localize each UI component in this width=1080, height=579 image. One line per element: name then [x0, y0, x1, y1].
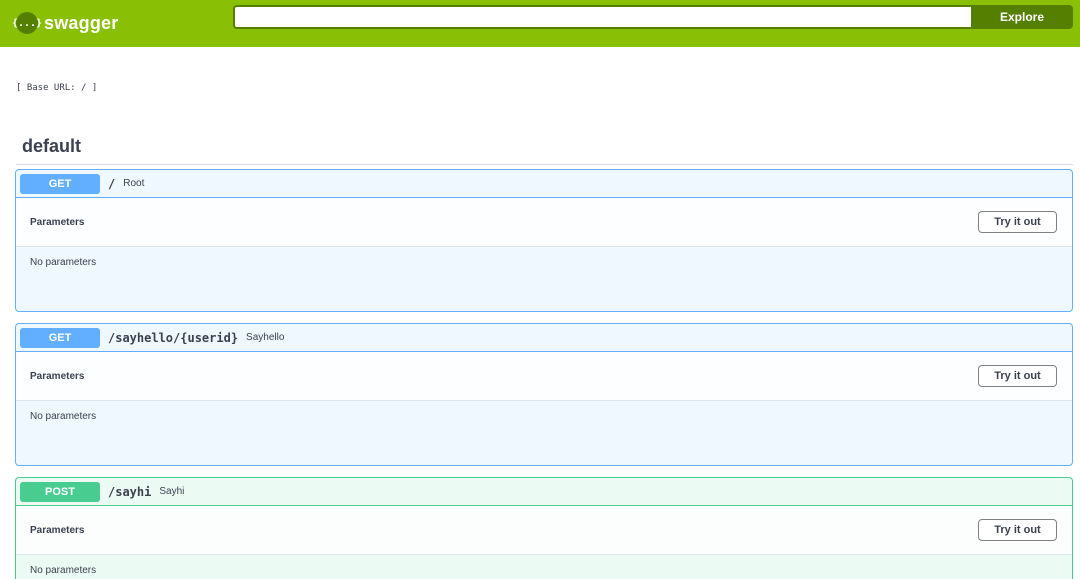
- parameters-title: Parameters: [30, 216, 85, 228]
- operation-summary[interactable]: GET /sayhello/{userid} Sayhello: [16, 324, 1072, 352]
- section-title[interactable]: default: [22, 136, 81, 157]
- operation-path: /sayhi: [108, 484, 152, 499]
- no-parameters-text: No parameters: [30, 257, 97, 268]
- no-parameters-text: No parameters: [30, 411, 97, 422]
- operation-description: Sayhi: [159, 486, 185, 497]
- parameters-header: Parameters Try it out: [16, 506, 1072, 555]
- method-badge: POST: [20, 481, 100, 502]
- method-badge: GET: [20, 327, 100, 348]
- swagger-braces-icon: {...}: [12, 12, 42, 34]
- operation-get-sayhello: GET /sayhello/{userid} Sayhello Paramete…: [15, 323, 1073, 466]
- operation-description: Sayhello: [246, 332, 285, 343]
- base-url: [ Base URL: / ]: [16, 83, 98, 93]
- logo-text: swagger: [44, 12, 119, 33]
- operation-get-root: GET / Root Parameters Try it out No para…: [15, 169, 1073, 312]
- parameters-title: Parameters: [30, 524, 85, 536]
- operation-post-sayhi: POST /sayhi Sayhi Parameters Try it out …: [15, 477, 1073, 579]
- try-it-out-button[interactable]: Try it out: [978, 211, 1057, 233]
- topbar: {...} swagger Explore: [0, 0, 1080, 47]
- operation-summary[interactable]: POST /sayhi Sayhi: [16, 478, 1072, 506]
- parameters-header: Parameters Try it out: [16, 198, 1072, 247]
- section-divider: [16, 164, 1073, 165]
- swagger-logo[interactable]: {...} swagger: [12, 11, 119, 35]
- parameters-header: Parameters Try it out: [16, 352, 1072, 401]
- parameters-title: Parameters: [30, 370, 85, 382]
- operation-summary[interactable]: GET / Root: [16, 170, 1072, 198]
- operation-path: /: [108, 176, 116, 191]
- operation-path: /sayhello/{userid}: [108, 330, 239, 345]
- operation-description: Root: [123, 178, 145, 189]
- no-parameters-text: No parameters: [30, 565, 97, 576]
- spec-url-input[interactable]: [233, 5, 972, 29]
- explore-button[interactable]: Explore: [971, 5, 1073, 29]
- try-it-out-button[interactable]: Try it out: [978, 519, 1057, 541]
- method-badge: GET: [20, 173, 100, 194]
- try-it-out-button[interactable]: Try it out: [978, 365, 1057, 387]
